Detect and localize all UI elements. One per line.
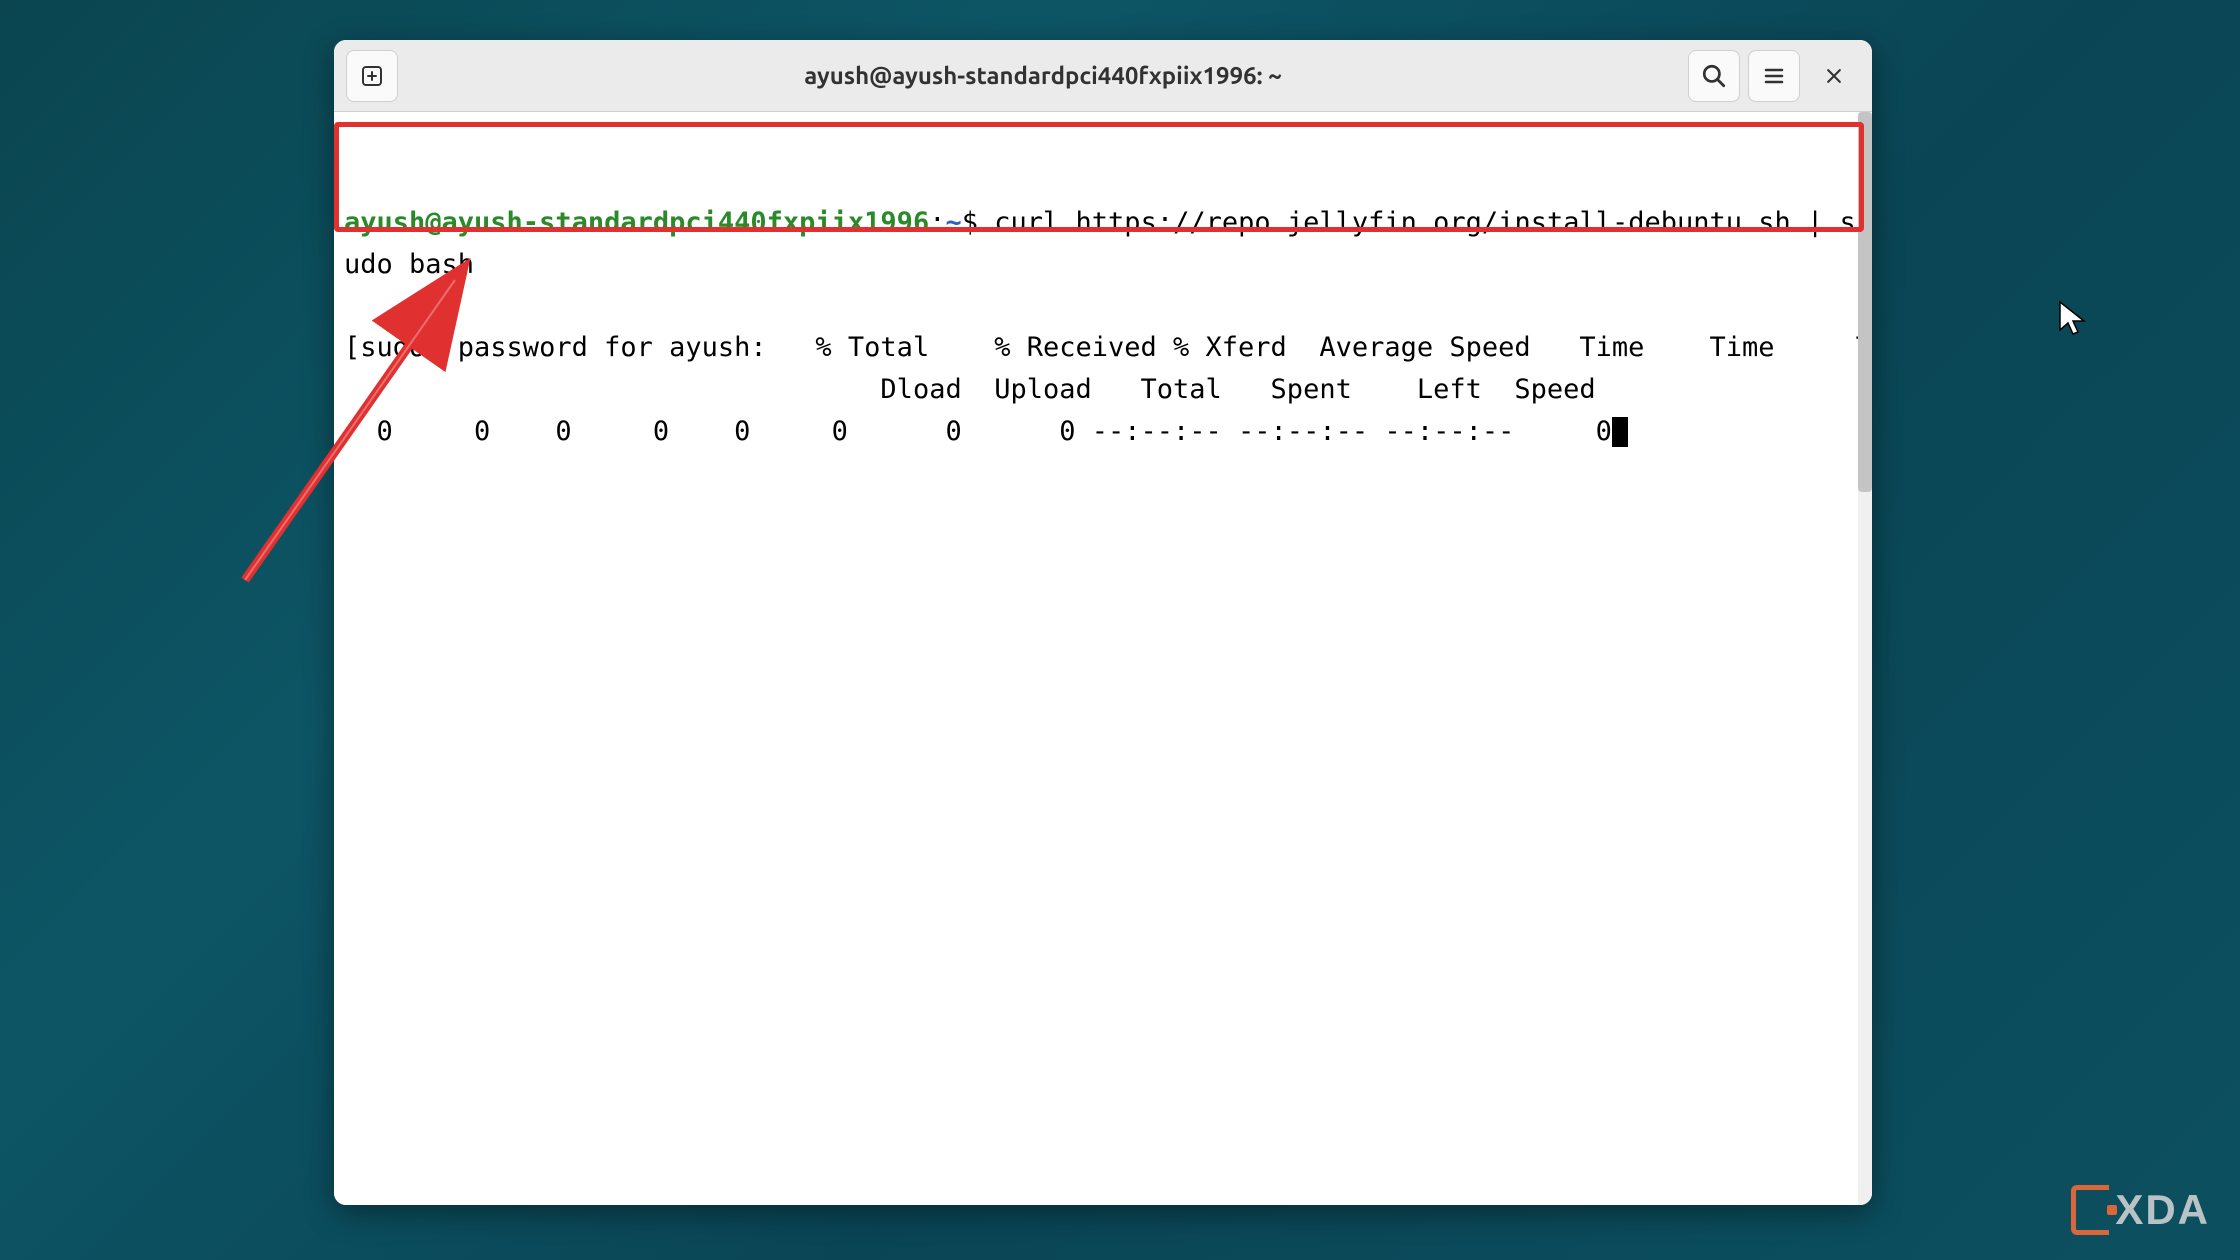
title-bar: ayush@ayush-standardpci440fxpiix1996: ~ [334,40,1872,112]
scrollbar[interactable] [1858,112,1872,1205]
output-line-3: 0 0 0 0 0 0 0 0 --:--:-- --:--:-- --:--:… [344,416,1612,447]
output-line-1: [sudo] password for ayush: % Total % Rec… [344,332,1872,363]
prompt-user-host: ayush@ayush-standardpci440fxpiix1996 [344,207,929,238]
prompt-sep: : [929,207,945,238]
output-line-2: Dload Upload Total Spent Left Speed [344,374,1596,405]
prompt-dollar: $ [962,207,978,238]
search-icon [1701,63,1727,89]
new-tab-button[interactable] [346,50,398,102]
close-button[interactable] [1808,50,1860,102]
plus-icon [360,64,384,88]
mouse-cursor-icon [2058,300,2088,340]
hamburger-icon [1762,64,1786,88]
xda-bracket-icon [2071,1185,2109,1235]
search-button[interactable] [1688,50,1740,102]
xda-text: XDA [2115,1186,2210,1234]
prompt-path: ~ [945,207,961,238]
terminal-content[interactable]: ayush@ayush-standardpci440fxpiix1996:~$ … [334,112,1872,1205]
xda-watermark: XDA [2071,1185,2210,1235]
scrollbar-thumb[interactable] [1858,112,1872,492]
terminal-cursor [1612,417,1628,447]
window-title: ayush@ayush-standardpci440fxpiix1996: ~ [406,62,1680,89]
terminal-window: ayush@ayush-standardpci440fxpiix1996: ~ [334,40,1872,1205]
close-icon [1824,66,1844,86]
menu-button[interactable] [1748,50,1800,102]
